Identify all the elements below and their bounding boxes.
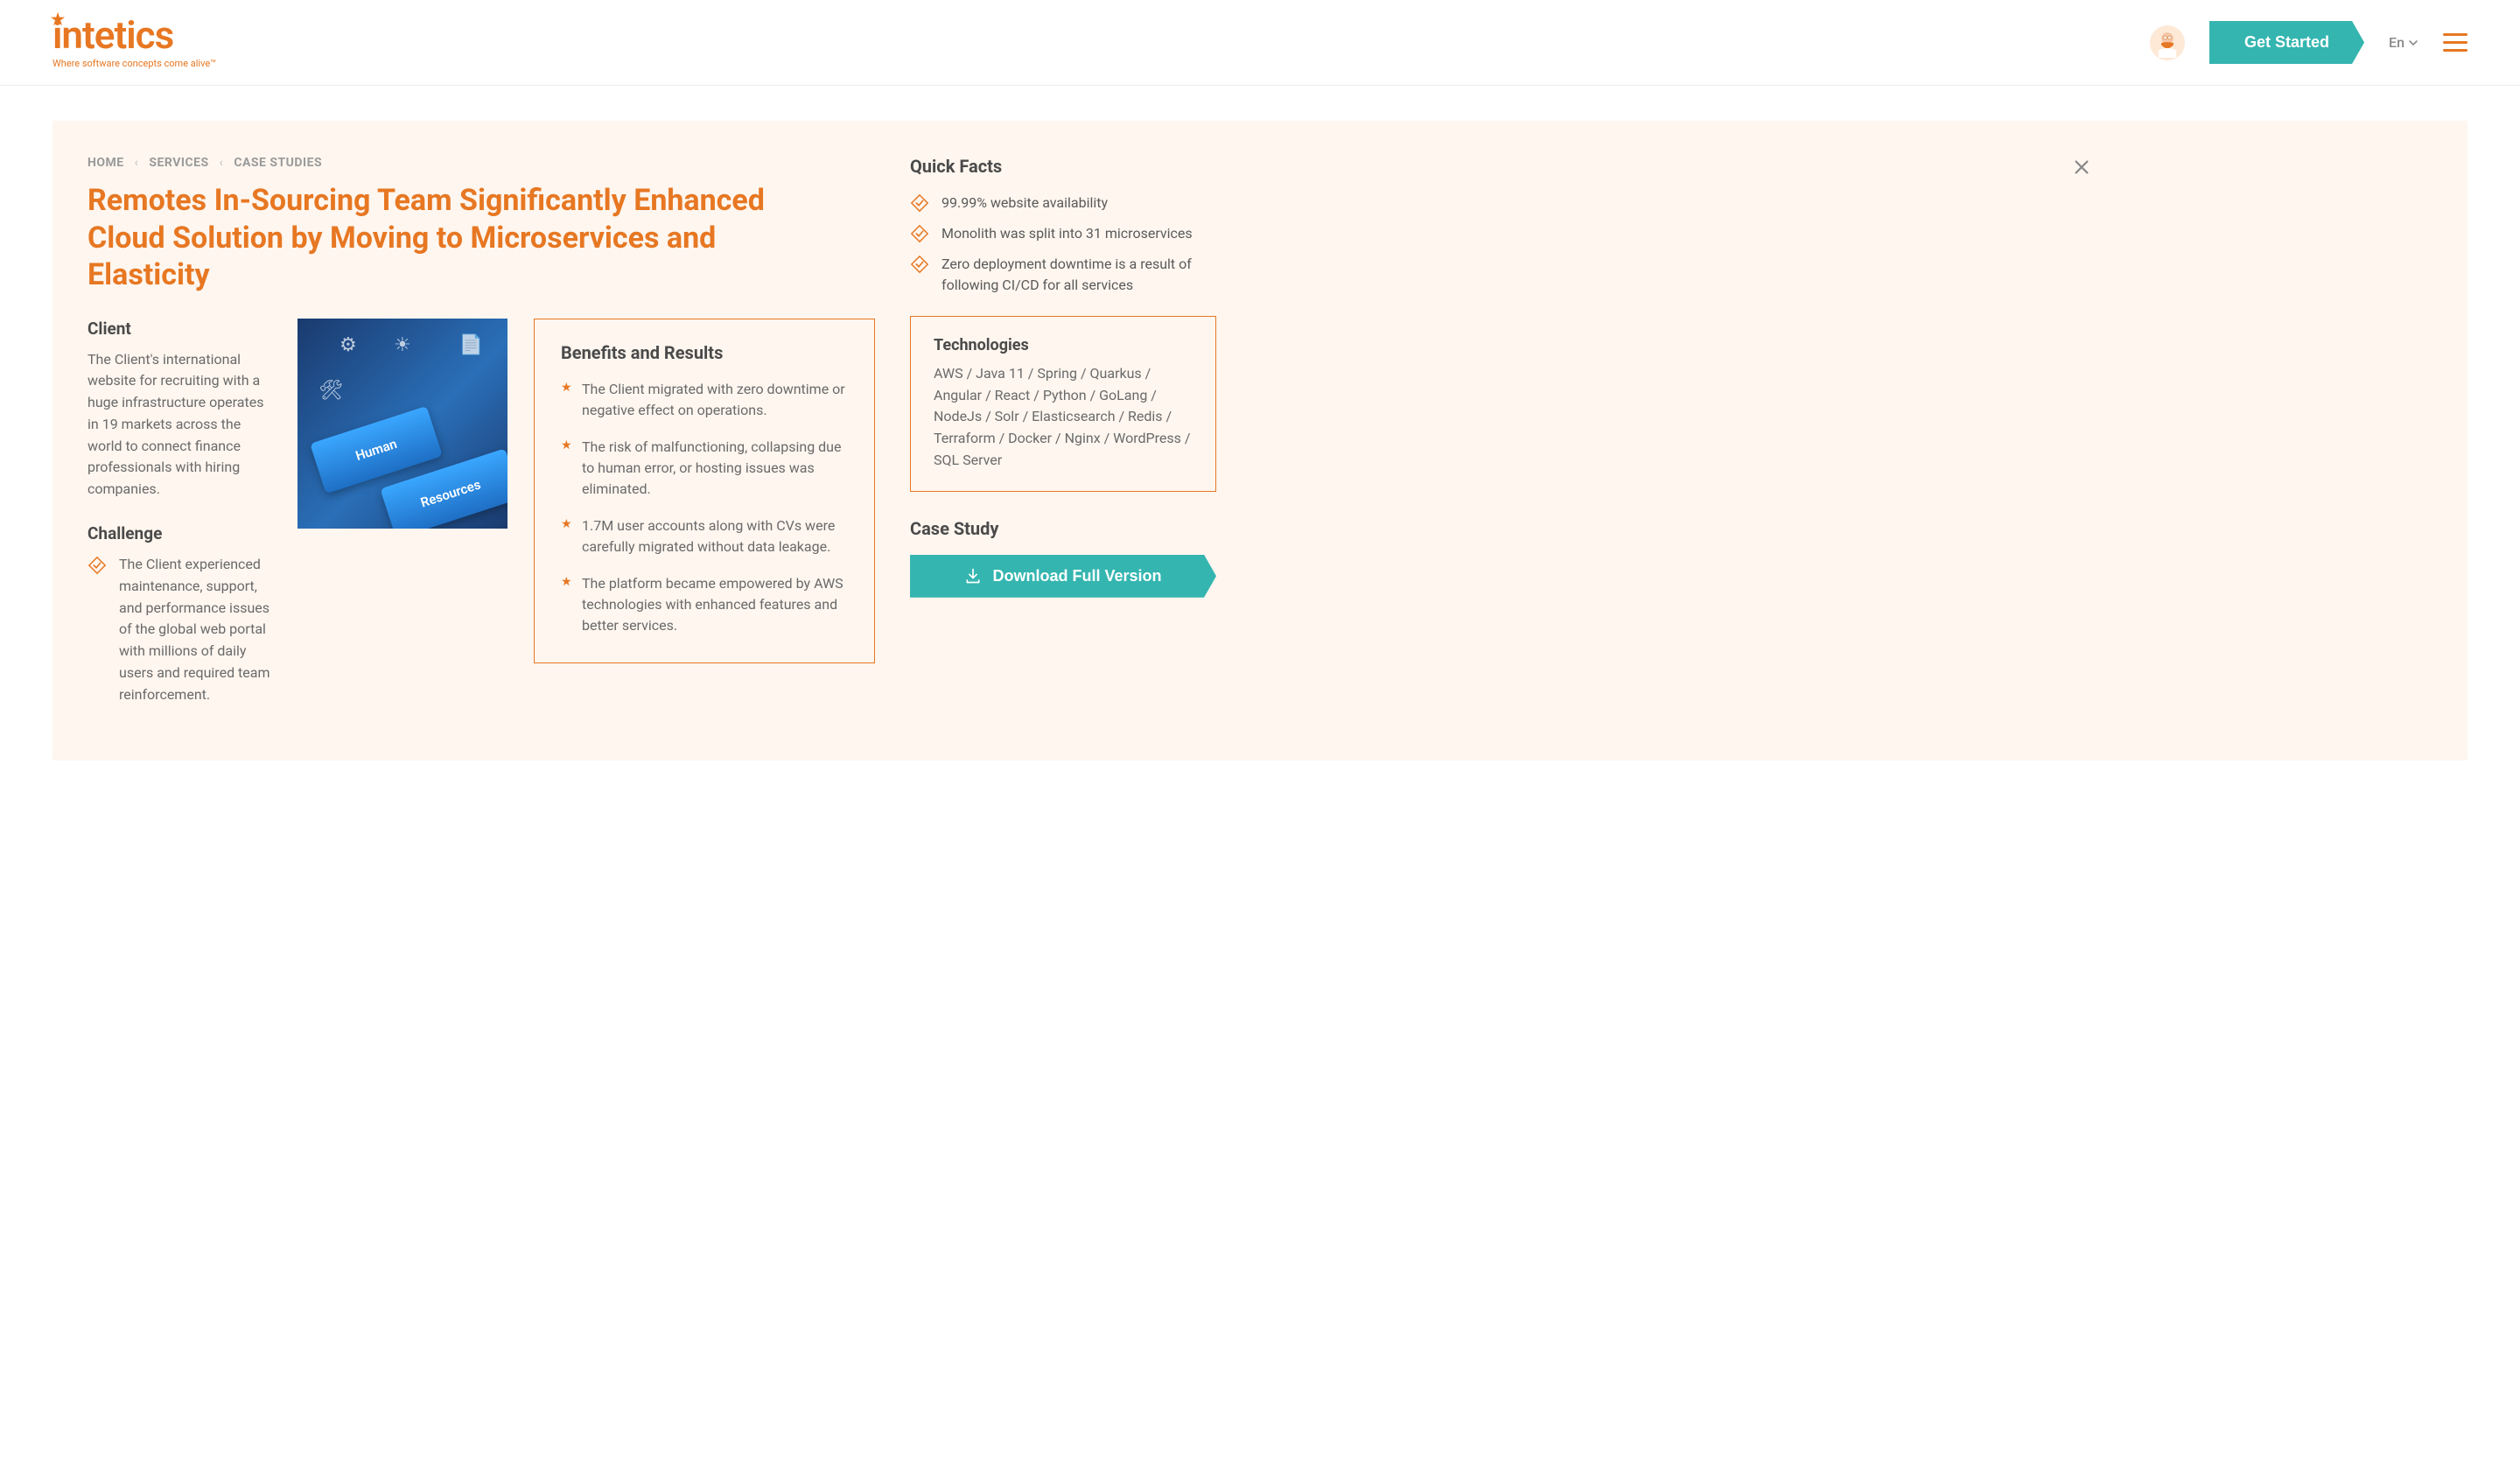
quick-fact-item: 99.99% website availability [910, 193, 1216, 213]
benefits-item-text: The platform became empowered by AWS tec… [582, 575, 844, 634]
benefits-list: The Client migrated with zero downtime o… [561, 379, 848, 636]
diamond-check-icon [88, 556, 107, 575]
diamond-check-icon [910, 193, 929, 213]
technologies-body: AWS / Java 11 / Spring / Quarkus / Angul… [934, 363, 1193, 472]
challenge-item-text: The Client experienced maintenance, supp… [119, 556, 270, 703]
benefits-item-text: The Client migrated with zero downtime o… [582, 381, 845, 418]
technologies-heading: Technologies [934, 336, 1193, 354]
quick-facts-heading: Quick Facts [910, 156, 1216, 177]
challenge-item: The Client experienced maintenance, supp… [88, 554, 271, 706]
download-icon [964, 567, 982, 585]
hamburger-bar [2443, 41, 2468, 44]
benefits-item: The Client migrated with zero downtime o… [561, 379, 848, 421]
chevron-down-icon [2408, 38, 2418, 48]
quick-fact-item: Monolith was split into 31 microservices [910, 223, 1216, 243]
header-right: Get Started En [2150, 21, 2468, 64]
benefits-item: The risk of malfunctioning, collapsing d… [561, 437, 848, 500]
page-title: Remotes In-Sourcing Team Significantly E… [88, 182, 770, 294]
key-label: Resources [419, 477, 483, 510]
sun-icon: ☀ [394, 334, 411, 356]
case-study-heading: Case Study [910, 518, 1216, 539]
site-header: ★ intetics Where software concepts come … [0, 0, 2520, 86]
key-label: Human [354, 436, 398, 463]
client-heading: Client [88, 319, 271, 339]
chevron-left-icon: ‹ [135, 156, 139, 170]
close-button[interactable] [2072, 158, 2091, 177]
page-wrap: HOME ‹ SERVICES ‹ CASE STUDIES Remotes I… [0, 86, 2520, 796]
get-started-button[interactable]: Get Started [2209, 21, 2364, 64]
language-label: En [2389, 34, 2404, 51]
hamburger-bar [2443, 33, 2468, 36]
image-column: ⚙ ☀ 📄 🛠 📍 Human Resources [298, 319, 508, 529]
download-button[interactable]: Download Full Version [910, 555, 1216, 598]
hamburger-bar [2443, 49, 2468, 52]
diamond-check-icon [910, 255, 929, 274]
quick-fact-text: Zero deployment downtime is a result of … [942, 256, 1192, 292]
benefits-box: Benefits and Results The Client migrated… [534, 319, 875, 663]
benefits-item: The platform became empowered by AWS tec… [561, 573, 848, 636]
sidebar: Quick Facts 99.99% website availability … [910, 156, 1216, 717]
case-study-card: HOME ‹ SERVICES ‹ CASE STUDIES Remotes I… [52, 121, 2468, 761]
close-icon [2072, 158, 2091, 177]
breadcrumb-item[interactable]: SERVICES [149, 156, 208, 170]
left-text-column: Client The Client's international websit… [88, 319, 271, 717]
gear-icon: ⚙ [340, 334, 357, 356]
breadcrumb: HOME ‹ SERVICES ‹ CASE STUDIES [88, 156, 875, 170]
quick-fact-item: Zero deployment downtime is a result of … [910, 254, 1216, 294]
benefits-item-text: 1.7M user accounts along with CVs were c… [582, 517, 835, 555]
content-grid: Client The Client's international websit… [88, 319, 875, 717]
tools-icon: 🛠 [318, 380, 343, 402]
quick-fact-text: Monolith was split into 31 microservices [942, 225, 1193, 242]
menu-button[interactable] [2443, 33, 2468, 52]
benefits-heading: Benefits and Results [561, 342, 848, 363]
challenge-list: The Client experienced maintenance, supp… [88, 554, 271, 706]
technologies-box: Technologies AWS / Java 11 / Spring / Qu… [910, 316, 1216, 492]
breadcrumb-item[interactable]: CASE STUDIES [234, 156, 322, 170]
diamond-check-icon [910, 224, 929, 243]
quick-fact-text: 99.99% website availability [942, 194, 1108, 211]
get-started-label: Get Started [2244, 33, 2329, 51]
hero-image: ⚙ ☀ 📄 🛠 📍 Human Resources [298, 319, 508, 529]
main-column: HOME ‹ SERVICES ‹ CASE STUDIES Remotes I… [88, 156, 875, 717]
challenge-heading: Challenge [88, 523, 271, 543]
benefits-item: 1.7M user accounts along with CVs were c… [561, 515, 848, 557]
star-icon: ★ [51, 12, 64, 28]
avatar-icon [2152, 28, 2182, 58]
chevron-left-icon: ‹ [220, 156, 224, 170]
breadcrumb-item[interactable]: HOME [88, 156, 124, 170]
client-body: The Client's international website for r… [88, 349, 271, 501]
logo-tagline: Where software concepts come alive™ [52, 58, 216, 69]
download-label: Download Full Version [992, 567, 1161, 585]
doc-icon: 📄 [459, 334, 483, 356]
language-switch[interactable]: En [2389, 34, 2418, 51]
benefits-column: Benefits and Results The Client migrated… [534, 319, 875, 663]
quick-facts-list: 99.99% website availability Monolith was… [910, 193, 1216, 295]
benefits-item-text: The risk of malfunctioning, collapsing d… [582, 438, 841, 497]
logo-text: ★ intetics [52, 16, 216, 54]
logo[interactable]: ★ intetics Where software concepts come … [52, 16, 216, 69]
avatar[interactable] [2150, 25, 2185, 60]
logo-word-text: intetics [52, 12, 173, 58]
